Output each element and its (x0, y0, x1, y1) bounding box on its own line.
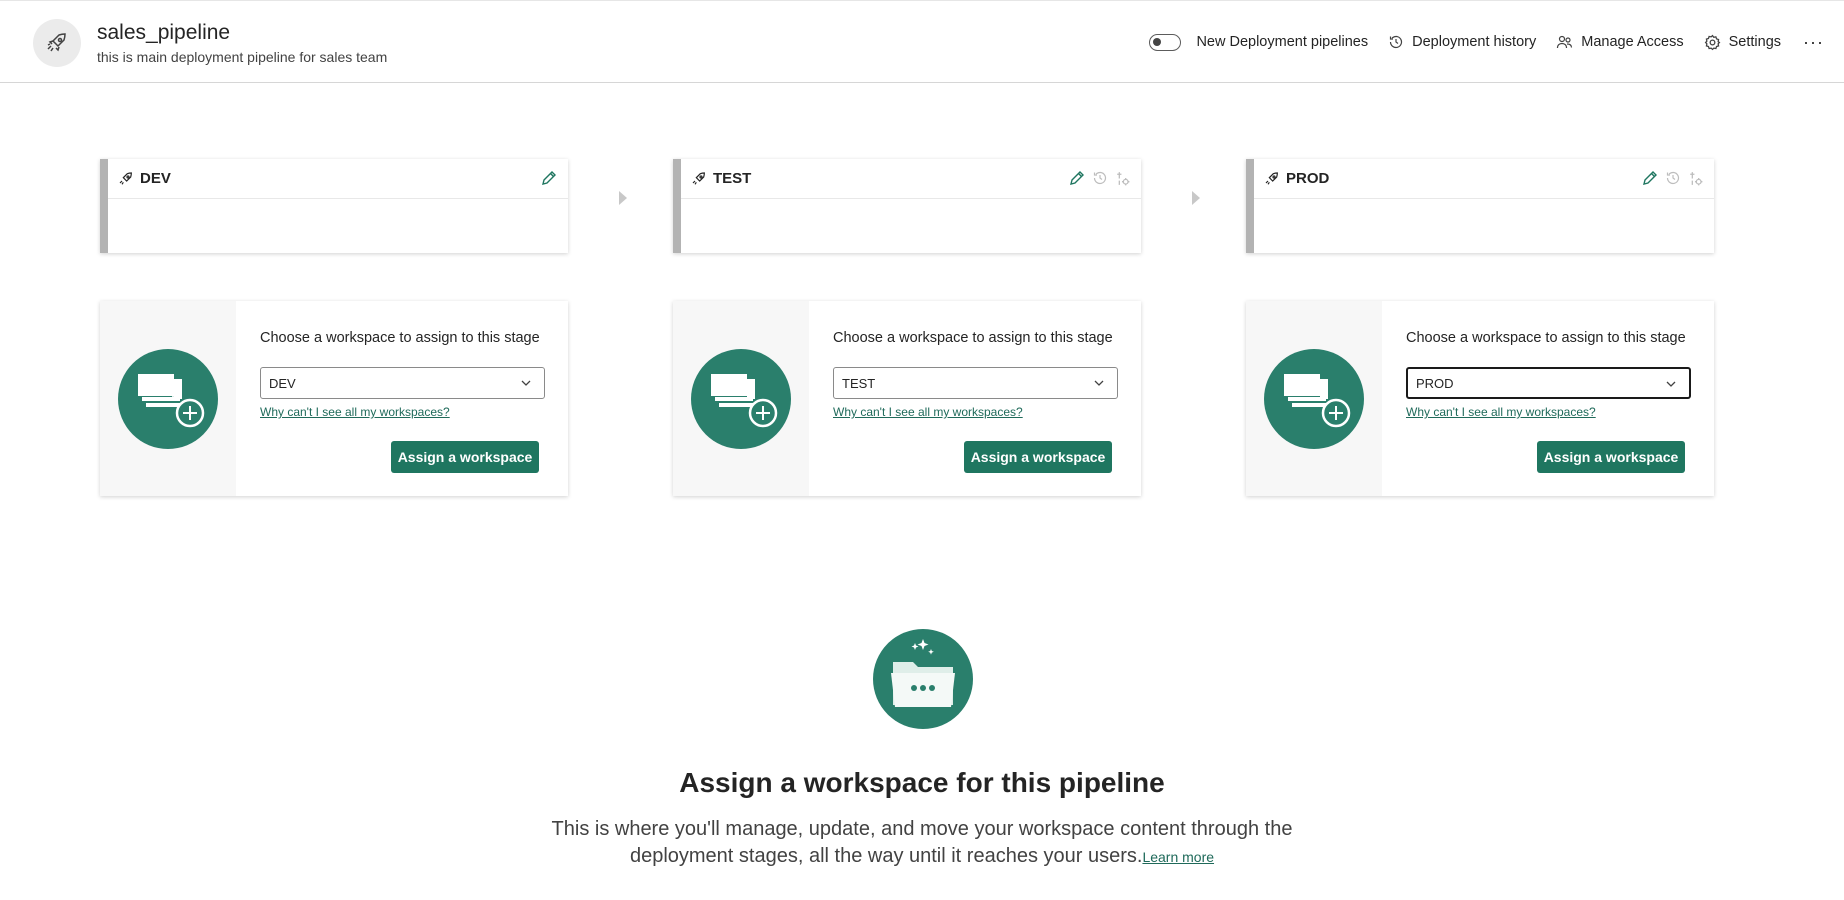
more-options-button[interactable]: ··· (1803, 32, 1824, 53)
pipeline-header: sales_pipeline this is main deployment p… (0, 0, 1844, 83)
header-actions: New Deployment pipelines Deployment hist… (1129, 27, 1824, 57)
workspace-add-icon (118, 348, 218, 449)
assign-title: Choose a workspace to assign to this sta… (1406, 330, 1686, 346)
learn-more-link[interactable]: Learn more (1142, 849, 1214, 865)
rocket-icon (692, 171, 705, 185)
stage-card-prod[interactable]: PROD (1246, 159, 1714, 253)
stage-card-dev[interactable]: DEV (100, 159, 568, 253)
rocket-icon (119, 171, 132, 185)
history-icon[interactable] (1665, 170, 1681, 186)
settings-button[interactable]: Settings (1704, 34, 1781, 51)
stage-tools (540, 169, 558, 187)
assign-card-test: Choose a workspace to assign to this sta… (673, 301, 1141, 496)
history-label: Deployment history (1412, 34, 1537, 50)
stage-header: TEST (681, 159, 1141, 199)
pipeline-title: sales_pipeline (97, 21, 231, 44)
assign-title: Choose a workspace to assign to this sta… (260, 330, 540, 346)
assign-form: Choose a workspace to assign to this sta… (809, 301, 1141, 496)
rocket-icon (33, 19, 81, 67)
stage-header: DEV (108, 159, 568, 199)
stage-arrow (1192, 191, 1200, 205)
people-icon (1557, 35, 1573, 49)
why-workspaces-link[interactable]: Why can't I see all my workspaces? (833, 405, 1023, 419)
empty-state-title: Assign a workspace for this pipeline (679, 767, 1165, 798)
workspace-dropdown[interactable]: PROD (1406, 367, 1691, 399)
chevron-down-icon (1666, 381, 1676, 387)
chevron-down-icon (521, 380, 531, 386)
pencil-icon[interactable] (540, 169, 558, 187)
assign-illustration (100, 301, 236, 496)
stage-arrow (619, 191, 627, 205)
assign-illustration (673, 301, 809, 496)
assign-card-dev: Choose a workspace to assign to this sta… (100, 301, 568, 496)
stage-tools (1641, 169, 1704, 187)
why-workspaces-link[interactable]: Why can't I see all my workspaces? (1406, 405, 1596, 419)
stage-name: PROD (1286, 170, 1330, 187)
rules-icon[interactable] (1114, 170, 1131, 187)
dropdown-value: PROD (1416, 375, 1454, 391)
stage-card-test[interactable]: TEST (673, 159, 1141, 253)
pencil-icon[interactable] (1641, 169, 1659, 187)
dropdown-value: DEV (269, 375, 296, 391)
why-workspaces-link[interactable]: Why can't I see all my workspaces? (260, 405, 450, 419)
assign-title: Choose a workspace to assign to this sta… (833, 330, 1113, 346)
history-icon[interactable] (1092, 170, 1108, 186)
workspace-dropdown[interactable]: DEV (260, 367, 545, 399)
history-icon (1390, 35, 1403, 49)
pipeline-description: this is main deployment pipeline for sal… (97, 49, 388, 65)
toggle-label: New Deployment pipelines (1196, 34, 1369, 50)
new-pipelines-toggle[interactable]: New Deployment pipelines (1149, 33, 1369, 51)
assign-workspace-button[interactable]: Assign a workspace (1537, 441, 1685, 473)
stage-tools (1068, 169, 1131, 187)
stage-name: TEST (713, 170, 752, 187)
assign-form: Choose a workspace to assign to this sta… (236, 301, 568, 496)
chevron-down-icon (1094, 380, 1104, 386)
folder-sparkle-icon (873, 629, 973, 729)
workspace-add-icon (691, 348, 791, 449)
workspace-dropdown[interactable]: TEST (833, 367, 1118, 399)
dropdown-value: TEST (842, 375, 876, 391)
rocket-icon (1265, 171, 1278, 185)
stage-name: DEV (140, 170, 171, 187)
empty-state-description: This is where you'll manage, update, and… (522, 816, 1322, 871)
rules-icon[interactable] (1687, 170, 1704, 187)
access-label: Manage Access (1581, 34, 1684, 50)
manage-access-button[interactable]: Manage Access (1556, 34, 1684, 50)
assign-card-prod: Choose a workspace to assign to this sta… (1246, 301, 1714, 496)
toggle-switch[interactable] (1149, 33, 1182, 51)
assign-illustration (1246, 301, 1382, 496)
assign-workspace-button[interactable]: Assign a workspace (391, 441, 539, 473)
assign-form: Choose a workspace to assign to this sta… (1382, 301, 1714, 496)
stage-header: PROD (1254, 159, 1714, 199)
workspace-add-icon (1264, 348, 1364, 449)
pencil-icon[interactable] (1068, 169, 1086, 187)
gear-icon (1704, 34, 1721, 50)
deployment-history-button[interactable]: Deployment history (1388, 34, 1536, 50)
assign-workspace-button[interactable]: Assign a workspace (964, 441, 1112, 473)
settings-label: Settings (1728, 34, 1782, 50)
